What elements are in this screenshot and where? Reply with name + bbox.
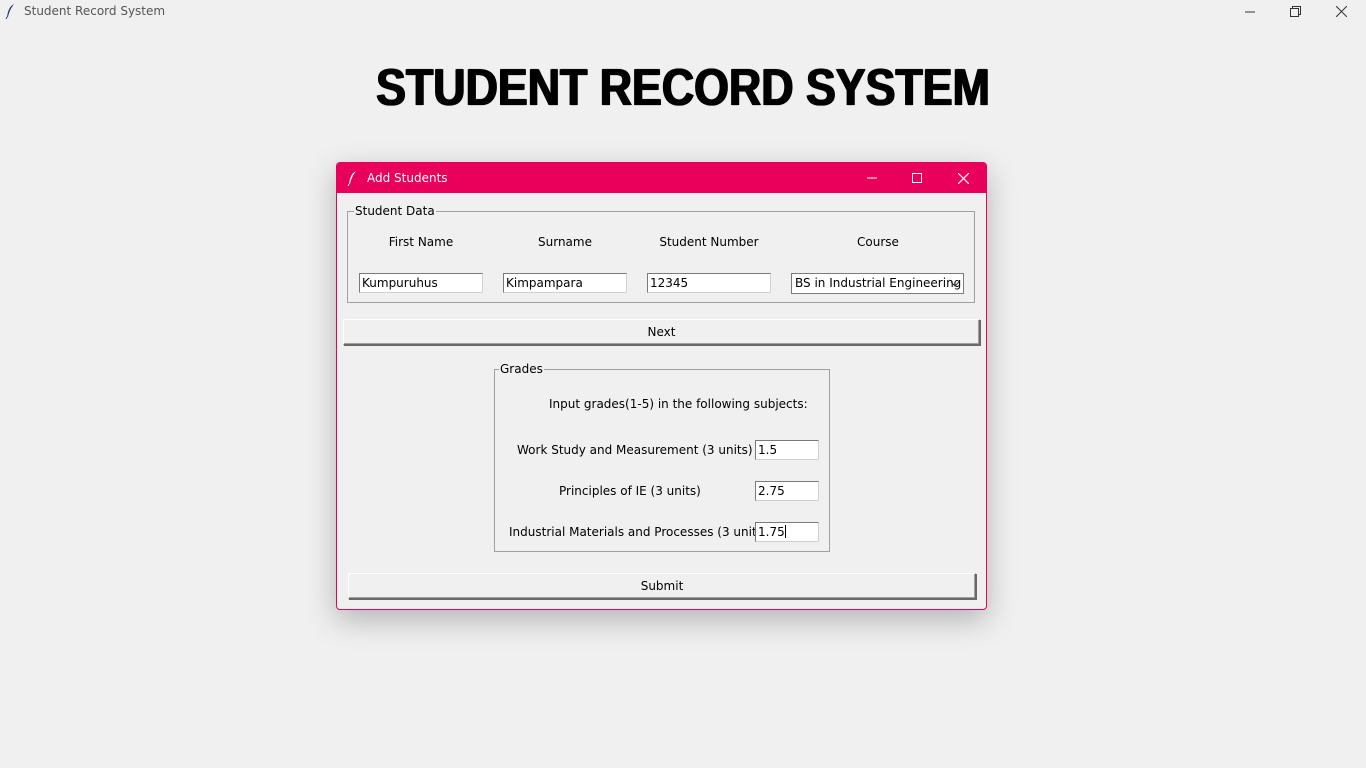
window-title: Student Record System: [24, 4, 166, 18]
grades-legend: Grades: [499, 362, 544, 376]
course-select[interactable]: BS in Industrial Engineering: [791, 273, 964, 294]
next-button[interactable]: Next: [343, 319, 980, 345]
minimize-icon: [1245, 11, 1255, 12]
grade-input-industrial-materials-value: 1.75: [758, 525, 785, 539]
surname-input[interactable]: Kimpampara: [503, 273, 627, 293]
dialog-titlebar[interactable]: Add Students: [337, 163, 986, 193]
dialog-maximize-button[interactable]: [894, 163, 940, 193]
subject-label-industrial-materials: Industrial Materials and Processes (3 un…: [509, 525, 768, 539]
close-icon: [957, 172, 969, 184]
restore-button[interactable]: [1272, 0, 1318, 23]
dialog-minimize-button[interactable]: [849, 163, 895, 193]
main-titlebar: Student Record System: [0, 0, 1366, 23]
grade-input-industrial-materials[interactable]: 1.75: [755, 522, 819, 542]
subject-label-work-study: Work Study and Measurement (3 units): [517, 443, 753, 457]
add-students-dialog: Add Students Student Data First Name Sur…: [336, 162, 987, 610]
submit-button[interactable]: Submit: [348, 573, 976, 599]
grade-input-principles-ie[interactable]: 2.75: [755, 481, 819, 501]
minimize-icon: [867, 177, 877, 179]
maximize-icon: [912, 173, 922, 183]
text-caret: [784, 525, 786, 538]
course-select-value: BS in Industrial Engineering: [795, 276, 962, 290]
grade-input-work-study[interactable]: 1.5: [755, 440, 819, 460]
first-name-label: First Name: [388, 235, 454, 249]
restore-icon: [1289, 6, 1301, 17]
student-number-input[interactable]: 12345: [647, 273, 771, 293]
subject-label-principles-ie: Principles of IE (3 units): [559, 484, 701, 498]
student-data-group: Student Data First Name Surname Student …: [347, 204, 975, 303]
chevron-down-icon: [950, 281, 960, 287]
feather-icon: [347, 171, 356, 186]
close-icon: [1335, 6, 1347, 17]
student-data-legend: Student Data: [354, 204, 436, 218]
dialog-close-button[interactable]: [940, 163, 986, 193]
feather-icon: [5, 4, 14, 19]
course-label: Course: [857, 235, 899, 249]
minimize-button[interactable]: [1227, 0, 1273, 23]
dialog-title: Add Students: [367, 171, 448, 185]
student-number-label: Student Number: [659, 235, 759, 249]
grades-group: Grades Input grades(1-5) in the followin…: [494, 362, 830, 552]
page-title: STUDENT RECORD SYSTEM: [376, 59, 990, 117]
close-button[interactable]: [1318, 0, 1364, 23]
first-name-input[interactable]: Kumpuruhus: [359, 273, 483, 293]
grades-instruction: Input grades(1-5) in the following subje…: [549, 397, 808, 411]
surname-label: Surname: [538, 235, 592, 249]
